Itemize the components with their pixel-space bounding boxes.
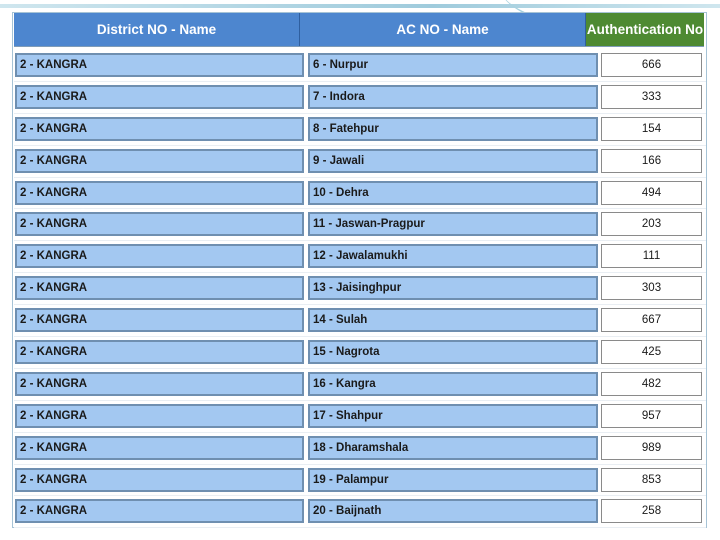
district-cell: 2 - KANGRA: [15, 212, 304, 237]
authentication-cell: 154: [601, 116, 702, 141]
district-cell: 2 - KANGRA: [15, 148, 304, 173]
table-row: 2 - KANGRA 16 - Kangra 482: [14, 369, 706, 401]
district-cell: 2 - KANGRA: [15, 308, 304, 333]
ac-cell: 20 - Baijnath: [308, 499, 598, 524]
table-row: 2 - KANGRA 18 - Dharamshala 989: [14, 433, 706, 465]
table-row: 2 - KANGRA 12 - Jawalamukhi 111: [14, 241, 706, 274]
authentication-cell: 482: [601, 371, 702, 396]
district-cell: 2 - KANGRA: [15, 371, 304, 396]
ac-cell: 19 - Palampur: [308, 467, 598, 492]
table-row: 2 - KANGRA 11 - Jaswan-Pragpur 203: [14, 209, 706, 242]
authentication-cell: 166: [601, 148, 702, 173]
authentication-cell: 425: [601, 340, 702, 365]
ac-cell: 10 - Dehra: [308, 180, 598, 205]
authentication-cell: 667: [601, 308, 702, 333]
table-row: 2 - KANGRA 15 - Nagrota 425: [14, 337, 706, 369]
slide-decoration: [0, 0, 720, 12]
header-authentication: Authentication No: [586, 13, 704, 46]
authentication-cell: 853: [601, 467, 702, 492]
district-cell: 2 - KANGRA: [15, 340, 304, 365]
ac-cell: 16 - Kangra: [308, 371, 598, 396]
ac-cell: 18 - Dharamshala: [308, 435, 598, 460]
header-district: District NO - Name: [14, 13, 300, 46]
district-cell: 2 - KANGRA: [15, 467, 304, 492]
authentication-cell: 258: [601, 499, 702, 524]
table-row: 2 - KANGRA 20 - Baijnath 258: [14, 496, 706, 529]
district-cell: 2 - KANGRA: [15, 84, 304, 109]
authentication-cell: 957: [601, 403, 702, 428]
district-cell: 2 - KANGRA: [15, 276, 304, 301]
ac-cell: 7 - Indora: [308, 84, 598, 109]
table-row: 2 - KANGRA 7 - Indora 333: [14, 82, 706, 114]
table-row: 2 - KANGRA 17 - Shahpur 957: [14, 401, 706, 433]
ac-cell: 15 - Nagrota: [308, 340, 598, 365]
district-cell: 2 - KANGRA: [15, 116, 304, 141]
table-row: 2 - KANGRA 14 - Sulah 667: [14, 305, 706, 338]
table-header: District NO - Name AC NO - Name Authenti…: [14, 13, 704, 47]
authentication-cell: 303: [601, 276, 702, 301]
district-cell: 2 - KANGRA: [15, 180, 304, 205]
ac-cell: 14 - Sulah: [308, 308, 598, 333]
ac-cell: 6 - Nurpur: [308, 53, 598, 77]
table-row: 2 - KANGRA 6 - Nurpur 666: [14, 50, 706, 82]
ac-cell: 11 - Jaswan-Pragpur: [308, 212, 598, 237]
authentication-cell: 989: [601, 435, 702, 460]
decorative-arc: [500, 0, 720, 12]
authentication-cell: 666: [601, 53, 702, 77]
table-row: 2 - KANGRA 8 - Fatehpur 154: [14, 114, 706, 146]
authentication-cell: 494: [601, 180, 702, 205]
header-ac: AC NO - Name: [300, 13, 586, 46]
table-body: 2 - KANGRA 6 - Nurpur 666 2 - KANGRA 7 - Ind…: [14, 50, 706, 529]
district-cell: 2 - KANGRA: [15, 435, 304, 460]
ac-cell: 12 - Jawalamukhi: [308, 244, 598, 269]
district-cell: 2 - KANGRA: [15, 53, 304, 77]
ac-cell: 17 - Shahpur: [308, 403, 598, 428]
table-row: 2 - KANGRA 19 - Palampur 853: [14, 465, 706, 497]
table-row: 2 - KANGRA 10 - Dehra 494: [14, 178, 706, 210]
district-cell: 2 - KANGRA: [15, 403, 304, 428]
ac-cell: 8 - Fatehpur: [308, 116, 598, 141]
ac-cell: 13 - Jaisinghpur: [308, 276, 598, 301]
authentication-cell: 333: [601, 84, 702, 109]
table-row: 2 - KANGRA 9 - Jawali 166: [14, 146, 706, 178]
table-row: 2 - KANGRA 13 - Jaisinghpur 303: [14, 273, 706, 306]
authentication-cell: 203: [601, 212, 702, 237]
ac-cell: 9 - Jawali: [308, 148, 598, 173]
district-cell: 2 - KANGRA: [15, 244, 304, 269]
authentication-cell: 111: [601, 244, 702, 269]
district-cell: 2 - KANGRA: [15, 499, 304, 524]
